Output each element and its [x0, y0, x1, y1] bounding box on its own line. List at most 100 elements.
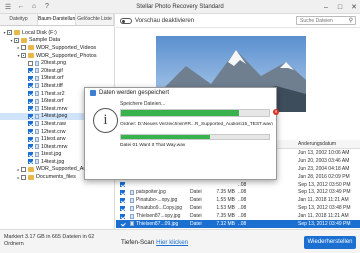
row-check-icon[interactable]	[119, 197, 125, 203]
folder-icon	[28, 53, 34, 59]
file-icon	[130, 213, 134, 219]
cell-name: Pinatubo9...Copy.jpg	[130, 205, 190, 211]
tree-checkbox[interactable]	[28, 106, 33, 112]
tree-checkbox[interactable]	[21, 45, 26, 51]
tree-checkbox[interactable]	[28, 121, 33, 127]
tree-item[interactable]: ▾ Local Disk (F:)	[0, 29, 114, 37]
file-icon	[130, 205, 134, 211]
app-title: Stellar Photo Recovery Standard	[136, 3, 224, 10]
table-row[interactable]: Thielsen87...opy.jpg Datei 7.35 MB ..08 Jan …	[116, 212, 360, 220]
tree-checkbox[interactable]	[28, 113, 33, 119]
cell-modified: Jun 23, 2004 04:18 AM	[298, 165, 350, 172]
menu-icon[interactable]: ☰	[3, 2, 13, 12]
tree-checkbox[interactable]	[28, 129, 33, 135]
tree-item[interactable]: ▾ WDR_Supported_Photos	[0, 52, 114, 60]
cell-type: Datei	[190, 213, 202, 220]
row-check-icon[interactable]	[119, 189, 125, 195]
info-icon: i	[93, 108, 118, 133]
tree-item-label: 15test.mrw	[41, 105, 68, 112]
search-input[interactable]: Suche Dateien ⚲	[296, 16, 356, 25]
file-progress-fill	[121, 135, 210, 139]
back-icon[interactable]: ←	[16, 2, 26, 12]
tree-item[interactable]: 20test.gif	[0, 67, 114, 75]
row-check-icon[interactable]	[119, 205, 125, 211]
help-icon[interactable]: ?	[42, 2, 52, 12]
row-checkbox[interactable]	[116, 189, 130, 195]
row-checkbox[interactable]	[116, 182, 130, 187]
cell-created: ..08	[238, 197, 247, 204]
tree-checkbox[interactable]	[28, 144, 33, 150]
tree-checkbox[interactable]	[7, 30, 12, 36]
tree-checkbox[interactable]	[21, 174, 26, 180]
home-icon[interactable]: ⌂	[29, 2, 39, 12]
tree-checkbox[interactable]	[28, 60, 33, 66]
table-row[interactable]: Pinatubo9...Copy.jpg Datei 1.53 MB ..08 Sep …	[116, 204, 360, 212]
table-row[interactable]: patspoiter.jpg Datei 7.35 MB ..08 Sep 13, 20…	[116, 188, 360, 196]
tree-checkbox[interactable]	[28, 68, 33, 74]
tree-item[interactable]: ▸ WDR_Supported_Videos	[0, 44, 114, 52]
tab-deleted-list[interactable]: Gelöschte Liste	[76, 14, 114, 25]
file-icon	[130, 221, 134, 227]
minimize-icon[interactable]: –	[322, 2, 330, 12]
tree-item-label: 17test.sr2	[41, 90, 65, 97]
deep-scan-link[interactable]: Hier klicken	[156, 239, 188, 246]
tab-tree-view[interactable]: Baum-Darstellung	[38, 14, 76, 25]
tree-checkbox[interactable]	[28, 151, 33, 157]
tree-checkbox[interactable]	[28, 159, 33, 165]
tree-checkbox[interactable]	[28, 136, 33, 142]
cell-name-text: Thielsen87...opy.jpg	[136, 213, 181, 220]
row-check-icon[interactable]	[119, 182, 125, 187]
table-row[interactable]: Thielsen87...09.jpg Datei 7.32 MB ..08 Sep 1…	[116, 220, 360, 228]
folder-icon	[21, 37, 27, 43]
row-check-icon[interactable]	[119, 221, 125, 227]
cell-name: Thielsen87...09.jpg	[130, 221, 190, 227]
file-icon	[35, 91, 39, 97]
row-check-icon[interactable]	[119, 213, 125, 219]
cell-size: 7.35 MB	[216, 213, 235, 220]
tree-item-label: Documents_files	[36, 174, 76, 181]
tree-item[interactable]: ▾ Sample Data	[0, 37, 114, 45]
tree-item[interactable]: 20test.png	[0, 59, 114, 67]
save-dialog: Daten werden gespeichert i Speichere Dat…	[84, 87, 279, 180]
tree-checkbox[interactable]	[14, 37, 19, 43]
row-checkbox[interactable]	[116, 205, 130, 211]
row-checkbox[interactable]	[116, 221, 130, 227]
header-modified[interactable]: Änderungsdatum	[298, 141, 360, 147]
file-icon	[35, 159, 39, 165]
table-row[interactable]: ..08 Sep 13, 2012 03:50 PM	[116, 181, 360, 189]
folder-icon	[28, 45, 34, 51]
tree-item-label: 12test.crw	[41, 128, 66, 135]
tree-checkbox[interactable]	[28, 83, 33, 89]
preview-toggle[interactable]	[120, 17, 132, 24]
maximize-icon[interactable]: □	[336, 2, 344, 12]
file-icon	[35, 60, 39, 66]
row-checkbox[interactable]	[116, 213, 130, 219]
cell-modified: Jan 11, 2018 11:21 AM	[298, 213, 349, 220]
row-checkbox[interactable]	[116, 197, 130, 203]
total-progress-bar	[120, 109, 270, 117]
tree-checkbox[interactable]	[28, 91, 33, 97]
tree-checkbox[interactable]	[21, 166, 26, 172]
status-bar: Markiert 3.17 GB in 665 Dateien in 62 Or…	[0, 229, 360, 253]
search-placeholder: Suche Dateien	[300, 17, 333, 24]
stop-icon[interactable]: ✕	[273, 109, 279, 115]
tree-item[interactable]: 19test.orf	[0, 75, 114, 83]
close-icon[interactable]: ✕	[350, 2, 358, 12]
table-row[interactable]: Pinatubo-...opy.jpg Datei 1.55 MB ..08 Jan 1…	[116, 196, 360, 204]
cell-size: 1.55 MB	[216, 197, 235, 204]
cell-type: Datei	[190, 197, 202, 204]
tree-checkbox[interactable]	[28, 98, 33, 104]
cell-modified: Jan 11, 2018 11:21 AM	[298, 197, 349, 204]
tree-checkbox[interactable]	[28, 75, 33, 81]
cell-created: ..08	[238, 205, 247, 212]
selection-summary: Markiert 3.17 GB in 665 Dateien in 62 Or…	[4, 234, 95, 247]
tree-item-label: 16test.orf	[41, 98, 64, 105]
cell-type: Datei	[190, 205, 202, 212]
destination-folder: Ordner: D:\Neues Verzeichnis\#R...R_Supp…	[120, 122, 273, 127]
cell-created: ..08	[238, 181, 247, 188]
cell-modified: Sep 13, 2012 03:49 PM	[298, 220, 351, 227]
tab-file-type[interactable]: Dateityp	[0, 14, 38, 25]
tree-checkbox[interactable]	[21, 53, 26, 59]
tree-item-label: 20test.png	[41, 60, 67, 67]
recover-button[interactable]: Wiederherstellen	[304, 236, 356, 249]
